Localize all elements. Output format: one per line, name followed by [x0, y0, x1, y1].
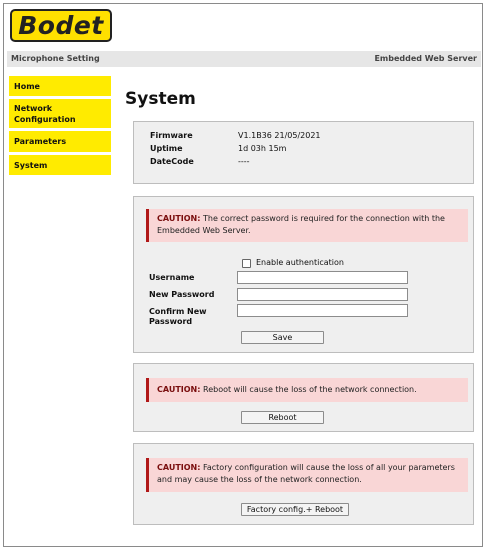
factory-caution-box: CAUTION: Factory configuration will caus… — [146, 458, 468, 492]
factory-caution-title: CAUTION: — [157, 463, 201, 472]
datecode-label: DateCode — [150, 157, 194, 166]
confirm-password-label: Confirm New Password — [149, 307, 207, 326]
sidebar-item-system[interactable]: System — [9, 155, 111, 175]
sidebar-item-network-configuration[interactable]: Network Configuration — [9, 99, 111, 128]
uptime-value: 1d 03h 15m — [238, 144, 287, 153]
sidebar-item-parameters[interactable]: Parameters — [9, 131, 111, 152]
reboot-caution-text: Reboot will cause the loss of the networ… — [203, 385, 417, 394]
sidebar-item-home[interactable]: Home — [9, 76, 111, 96]
sidebar-item-label: Home — [14, 81, 40, 91]
new-password-label: New Password — [149, 290, 215, 299]
firmware-value: V1.1B36 21/05/2021 — [238, 131, 321, 140]
reboot-button[interactable]: Reboot — [241, 411, 324, 424]
logo-text: Bodet — [18, 11, 104, 40]
factory-reboot-button[interactable]: Factory config.+ Reboot — [241, 503, 349, 516]
auth-caution-box: CAUTION: The correct password is require… — [146, 209, 468, 242]
header-server-label: Embedded Web Server — [374, 54, 477, 63]
enable-authentication-label: Enable authentication — [256, 258, 344, 267]
factory-caution-text: Factory configuration will cause the los… — [157, 463, 455, 484]
enable-authentication-checkbox[interactable] — [242, 259, 251, 268]
username-label: Username — [149, 273, 195, 282]
reboot-caution-box: CAUTION: Reboot will cause the loss of t… — [146, 378, 468, 402]
new-password-input[interactable] — [237, 288, 408, 301]
sidebar-item-label: Network Configuration — [14, 103, 76, 124]
firmware-label: Firmware — [150, 131, 193, 140]
system-info-panel: Firmware V1.1B36 21/05/2021 Uptime 1d 03… — [133, 121, 474, 184]
auth-caution-title: CAUTION: — [157, 214, 201, 223]
bodet-logo: Bodet — [10, 9, 112, 42]
datecode-value: ---- — [238, 157, 250, 166]
username-input[interactable] — [237, 271, 408, 284]
auth-caution-text: The correct password is required for the… — [157, 214, 445, 235]
save-button[interactable]: Save — [241, 331, 324, 344]
header-bar: Microphone Setting Embedded Web Server — [7, 51, 481, 67]
sidebar-item-label: System — [14, 160, 48, 170]
reboot-caution-title: CAUTION: — [157, 385, 201, 394]
uptime-label: Uptime — [150, 144, 183, 153]
page-title: System — [125, 89, 196, 109]
confirm-password-input[interactable] — [237, 304, 408, 317]
sidebar-item-label: Parameters — [14, 137, 67, 146]
header-title: Microphone Setting — [11, 54, 100, 63]
